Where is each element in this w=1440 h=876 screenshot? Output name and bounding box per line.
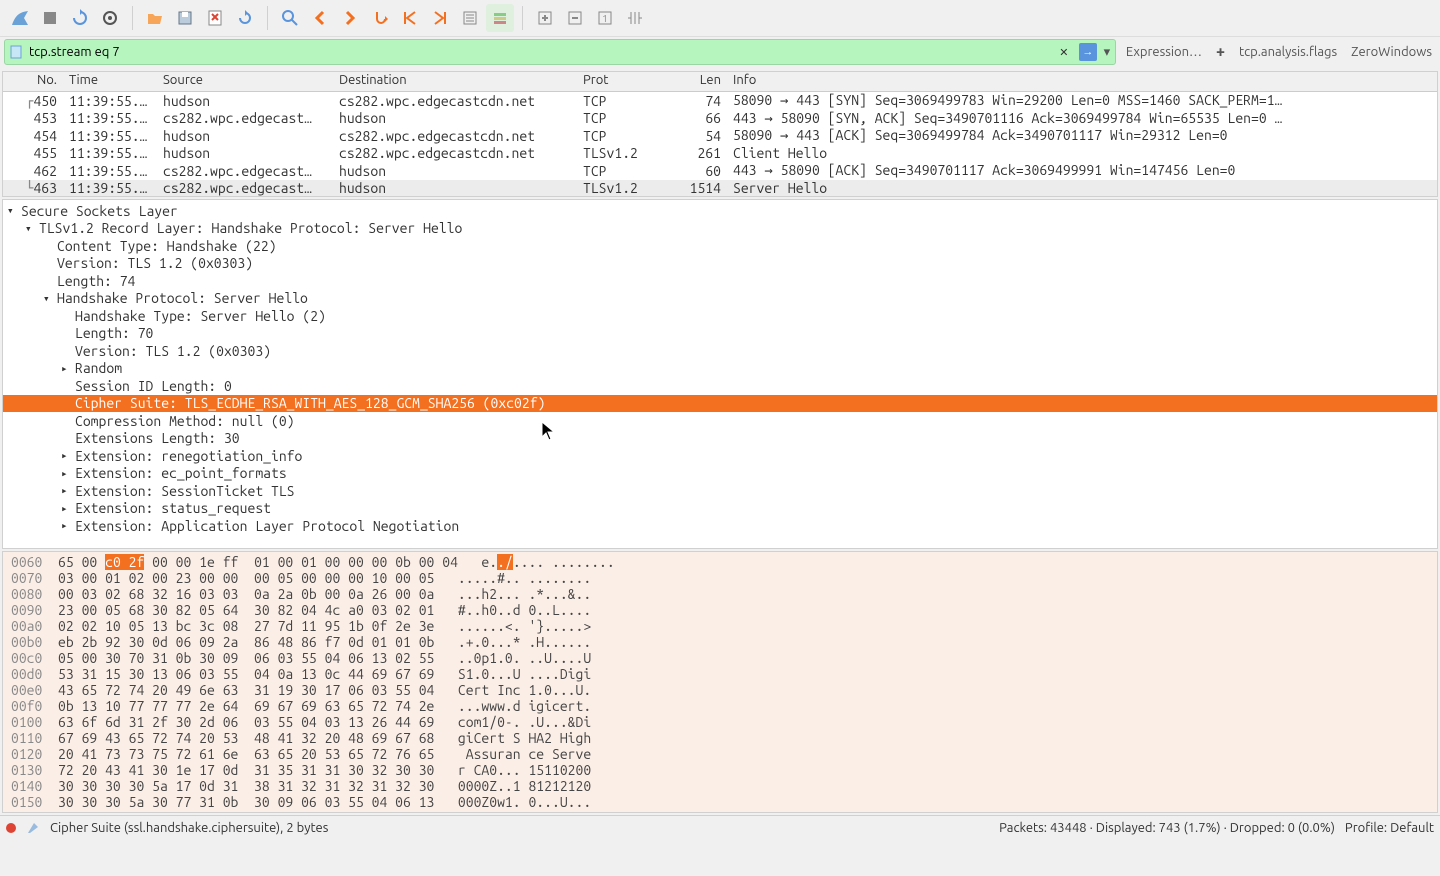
status-profile[interactable]: Profile: Default — [1345, 821, 1434, 835]
last-icon[interactable] — [426, 4, 454, 32]
packet-row[interactable]: 45311:39:55.…cs282.wpc.edgecast…hudsonTC… — [3, 110, 1437, 128]
col-header-source[interactable]: Source — [157, 72, 333, 91]
expert-info-icon[interactable] — [6, 823, 16, 833]
close-file-icon[interactable] — [201, 4, 229, 32]
prev-icon[interactable] — [306, 4, 334, 32]
status-bar: Cipher Suite (ssl.handshake.ciphersuite)… — [0, 815, 1440, 839]
tree-compression[interactable]: Compression Method: null (0) — [3, 412, 1437, 430]
status-field: Cipher Suite (ssl.handshake.ciphersuite)… — [50, 821, 328, 835]
packet-row[interactable]: 45411:39:55.…hudsoncs282.wpc.edgecastcdn… — [3, 127, 1437, 145]
tree-hs-length[interactable]: Length: 70 — [3, 325, 1437, 343]
main-toolbar: 1 — [0, 0, 1440, 37]
tree-version-rec[interactable]: Version: TLS 1.2 (0x0303) — [3, 255, 1437, 273]
tree-ext-ecpoint[interactable]: ▸Extension: ec_point_formats — [3, 465, 1437, 483]
tree-content-type[interactable]: Content Type: Handshake (22) — [3, 237, 1437, 255]
packet-list-pane: No. Time Source Destination Prot Len Inf… — [2, 71, 1438, 197]
packet-row[interactable]: ┌45011:39:55.…hudsoncs282.wpc.edgecastcd… — [3, 92, 1437, 110]
next-icon[interactable] — [336, 4, 364, 32]
tree-session-id[interactable]: Session ID Length: 0 — [3, 377, 1437, 395]
tree-hs-version[interactable]: Version: TLS 1.2 (0x0303) — [3, 342, 1437, 360]
col-header-no[interactable]: No. — [3, 72, 63, 91]
col-header-time[interactable]: Time — [63, 72, 157, 91]
shark-fin-icon[interactable] — [6, 4, 34, 32]
col-header-length[interactable]: Len — [677, 72, 727, 91]
packet-row[interactable]: 45511:39:55.…hudsoncs282.wpc.edgecastcdn… — [3, 145, 1437, 163]
col-header-info[interactable]: Info — [727, 72, 1437, 91]
filter-dropdown-icon[interactable]: ▾ — [1103, 45, 1111, 60]
autoscroll-icon[interactable] — [456, 4, 484, 32]
tree-random[interactable]: ▸Random — [3, 360, 1437, 378]
zoom-reset-icon[interactable]: 1 — [591, 4, 619, 32]
open-icon[interactable] — [141, 4, 169, 32]
tree-ext-ticket[interactable]: ▸Extension: SessionTicket TLS — [3, 482, 1437, 500]
stop-icon[interactable] — [36, 4, 64, 32]
apply-filter-icon[interactable]: → — [1079, 43, 1097, 61]
zoom-out-icon[interactable] — [561, 4, 589, 32]
packet-list-header: No. Time Source Destination Prot Len Inf… — [3, 72, 1437, 92]
goto-icon[interactable] — [366, 4, 394, 32]
packet-row[interactable]: └46311:39:55.…cs282.wpc.edgecast…hudsonT… — [3, 180, 1437, 197]
display-filter-bar: ✕ → ▾ Expression… + tcp.analysis.flags Z… — [0, 37, 1440, 71]
display-filter-container: ✕ → ▾ — [4, 39, 1116, 65]
filter-bookmark-icon — [9, 45, 23, 59]
save-icon[interactable] — [171, 4, 199, 32]
col-header-protocol[interactable]: Prot — [577, 72, 677, 91]
zoom-in-icon[interactable] — [531, 4, 559, 32]
reload-icon[interactable] — [231, 4, 259, 32]
colorize-icon[interactable] — [486, 4, 514, 32]
resize-cols-icon[interactable] — [621, 4, 649, 32]
status-packets: Packets: 43448 · Displayed: 743 (1.7%) ·… — [999, 821, 1335, 835]
first-icon[interactable] — [396, 4, 424, 32]
col-header-destination[interactable]: Destination — [333, 72, 577, 91]
tree-cipher-suite[interactable]: Cipher Suite: TLS_ECDHE_RSA_WITH_AES_128… — [3, 395, 1437, 413]
find-icon[interactable] — [276, 4, 304, 32]
options-icon[interactable] — [96, 4, 124, 32]
tree-ext-len[interactable]: Extensions Length: 30 — [3, 430, 1437, 448]
packet-bytes-pane[interactable]: 0060 65 00 c0 2f 00 00 1e ff 01 00 01 00… — [2, 551, 1438, 813]
add-filter-button[interactable]: + — [1212, 41, 1229, 63]
display-filter-input[interactable] — [29, 45, 1049, 59]
packet-details-pane[interactable]: ▾Secure Sockets Layer ▾TLSv1.2 Record La… — [2, 199, 1438, 549]
tree-ssl[interactable]: ▾Secure Sockets Layer — [3, 202, 1437, 220]
tree-ext-status[interactable]: ▸Extension: status_request — [3, 500, 1437, 518]
tree-ext-reneg[interactable]: ▸Extension: renegotiation_info — [3, 447, 1437, 465]
tree-hs-type[interactable]: Handshake Type: Server Hello (2) — [3, 307, 1437, 325]
filter-shortcut-2[interactable]: ZeroWindows — [1347, 43, 1436, 61]
packet-row[interactable]: 46211:39:55.…cs282.wpc.edgecast…hudsonTC… — [3, 162, 1437, 180]
clear-filter-icon[interactable]: ✕ — [1055, 43, 1073, 61]
tree-ext-alpn[interactable]: ▸Extension: Application Layer Protocol N… — [3, 517, 1437, 535]
restart-icon[interactable] — [66, 4, 94, 32]
svg-text:1: 1 — [602, 13, 608, 24]
tree-length-rec[interactable]: Length: 74 — [3, 272, 1437, 290]
filter-shortcut-1[interactable]: tcp.analysis.flags — [1235, 43, 1341, 61]
tree-handshake[interactable]: ▾Handshake Protocol: Server Hello — [3, 290, 1437, 308]
tree-record[interactable]: ▾TLSv1.2 Record Layer: Handshake Protoco… — [3, 220, 1437, 238]
expression-button[interactable]: Expression… — [1122, 43, 1206, 61]
note-icon[interactable] — [26, 821, 40, 835]
